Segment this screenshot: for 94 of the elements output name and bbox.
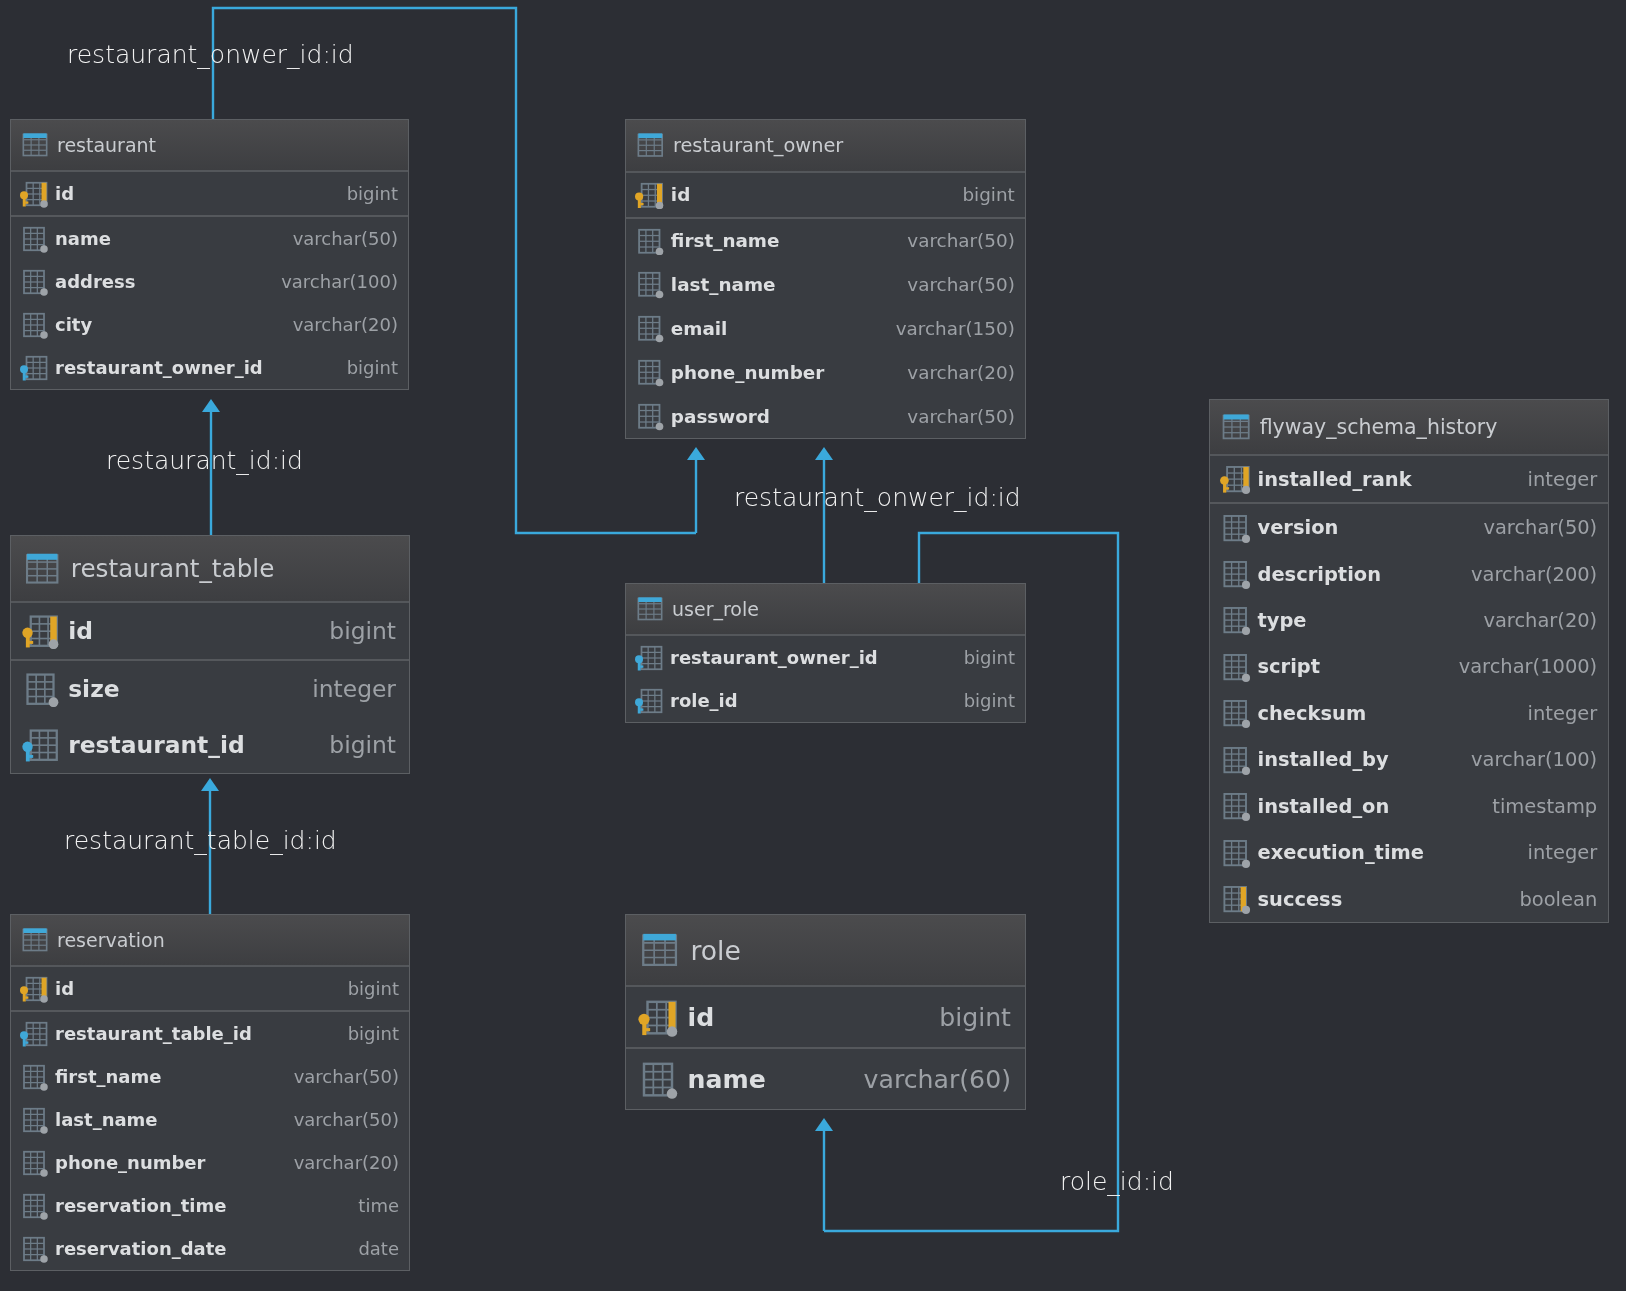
column-type: varchar(20) (292, 314, 398, 335)
column-name: name (55, 228, 112, 249)
column-name: last_name (55, 1109, 159, 1130)
column-type: varchar(100) (1471, 748, 1598, 772)
primary-key-icon (1218, 464, 1251, 495)
column-type: varchar(200) (1471, 562, 1598, 586)
column-name: description (1257, 562, 1382, 586)
foreign-key-icon (19, 1019, 49, 1048)
column-name: password (670, 405, 772, 427)
column-type: varchar(50) (907, 230, 1015, 252)
column-type: bigint (962, 184, 1015, 206)
column-name: restaurant_table_id (55, 1023, 253, 1044)
table-icon (1220, 412, 1252, 442)
column-name: last_name (670, 274, 777, 296)
column-name: id (687, 1002, 716, 1032)
column-name: size (68, 674, 121, 703)
column-type: bigint (329, 616, 396, 645)
column-name: city (55, 314, 94, 335)
column-type: varchar(50) (1483, 516, 1598, 540)
column-type: integer (1527, 467, 1598, 491)
table-icon (21, 927, 49, 953)
foreign-key-icon (634, 686, 664, 715)
column-type: integer (1527, 701, 1598, 725)
column-type: varchar(20) (293, 1152, 399, 1173)
column-type: integer (1527, 841, 1598, 865)
table-name: restaurant (57, 134, 157, 156)
column-type: varchar(20) (1483, 609, 1598, 633)
column-type: integer (312, 674, 396, 703)
column-name: installed_by (1257, 748, 1390, 772)
column-name: first_name (55, 1066, 163, 1087)
column-type: varchar(50) (292, 228, 398, 249)
column-type: varchar(20) (907, 361, 1015, 383)
column-name: reservation_date (55, 1238, 228, 1259)
column-name: script (1257, 655, 1322, 679)
column-name: id (68, 616, 94, 645)
primary-key-icon (21, 612, 61, 650)
column-name: execution_time (1257, 841, 1425, 865)
column-type: varchar(1000) (1458, 655, 1598, 679)
table-name: restaurant_owner (672, 134, 844, 157)
table-name: restaurant_table (70, 554, 275, 583)
column-type: timestamp (1492, 794, 1598, 818)
column-name: phone_number (55, 1152, 207, 1173)
table-name: reservation (57, 929, 165, 951)
primary-key-icon (19, 179, 49, 208)
column-type: varchar(50) (293, 1109, 399, 1130)
column-name: restaurant_owner_id (670, 647, 879, 668)
column-type: varchar(50) (907, 274, 1015, 296)
column-type: bigint (346, 357, 398, 378)
table-icon (24, 551, 61, 586)
column-type: bigint (346, 183, 398, 204)
column-type: varchar(50) (907, 405, 1015, 427)
column-name: first_name (670, 230, 781, 252)
column-name: checksum (1257, 701, 1368, 725)
table-name: user_role (672, 598, 759, 620)
column-type: bigint (347, 1023, 399, 1044)
column-type: varchar(50) (293, 1066, 399, 1087)
column-name: installed_rank (1257, 467, 1413, 491)
column-name: address (55, 271, 137, 292)
column-name: id (55, 183, 76, 204)
table-icon (640, 931, 680, 969)
column-type: varchar(60) (863, 1064, 1011, 1094)
column-name: id (670, 184, 692, 206)
column-type: bigint (963, 690, 1015, 711)
column-name: email (670, 318, 729, 339)
column-name: version (1257, 516, 1340, 540)
column-type: time (358, 1195, 399, 1216)
column-name: success (1257, 887, 1344, 911)
column-name: installed_on (1257, 794, 1391, 818)
column-type: date (358, 1238, 399, 1259)
column-name: type (1257, 609, 1308, 633)
column-name: id (55, 978, 76, 999)
column-name: restaurant_id (68, 730, 246, 759)
column-type: bigint (939, 1002, 1011, 1032)
column-name: reservation_time (55, 1195, 228, 1216)
primary-key-icon (634, 180, 665, 210)
column-type: varchar(150) (895, 318, 1015, 339)
foreign-key-icon (19, 353, 49, 382)
column-name: name (687, 1064, 767, 1094)
table-name: role (690, 934, 741, 966)
table-icon (636, 132, 665, 159)
column-type: boolean (1519, 887, 1598, 911)
column-name: restaurant_owner_id (55, 357, 264, 378)
column-type: bigint (329, 730, 396, 759)
column-name: phone_number (670, 361, 826, 383)
column-name: role_id (670, 690, 739, 711)
column-type: bigint (347, 978, 399, 999)
foreign-key-icon (21, 726, 61, 763)
table-icon (636, 596, 664, 622)
column-type: varchar(100) (281, 271, 398, 292)
table-name: flyway_schema_history (1259, 415, 1498, 439)
column-type: bigint (963, 647, 1015, 668)
table-icon (21, 132, 49, 158)
primary-key-icon (19, 974, 49, 1003)
foreign-key-icon (634, 643, 664, 672)
